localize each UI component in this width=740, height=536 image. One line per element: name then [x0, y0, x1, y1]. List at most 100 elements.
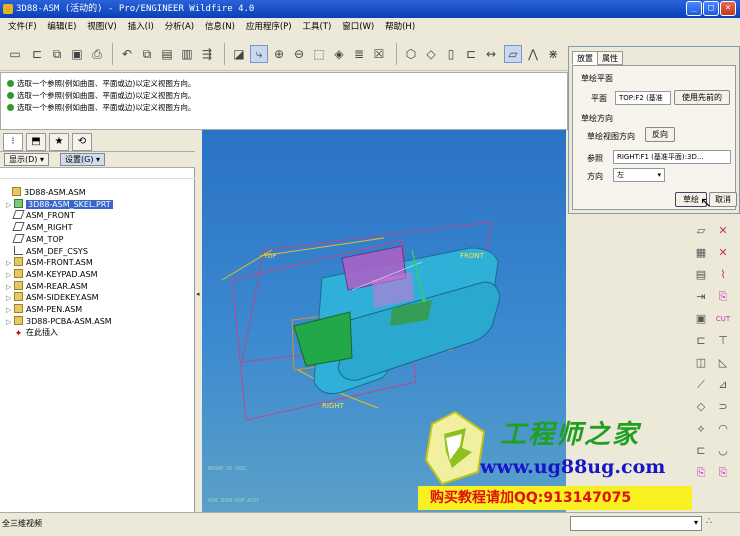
datum-planes-icon[interactable]: ▱ [504, 45, 522, 63]
menu-file[interactable]: 文件(F) [4, 18, 41, 36]
sketch-tool-icon[interactable]: ▦ [692, 244, 710, 262]
shell-tool-icon[interactable]: ⊤ [714, 332, 732, 350]
tree-item[interactable]: ▷ 3D88-PCBA-ASM.ASM [6, 315, 112, 328]
message-line: 选取一个参照(例如曲面、平面或边)以定义视图方向。 [7, 90, 195, 101]
history-tab-icon[interactable]: ⟲ [72, 133, 92, 151]
datum-plane-tool-icon[interactable]: ▱ [692, 222, 710, 240]
filter-select[interactable]: ▾ [570, 516, 702, 531]
shading-icon[interactable]: ▯ [442, 45, 460, 63]
label-front: FRONT [460, 252, 485, 260]
hidden-line-icon[interactable]: ◇ [422, 45, 440, 63]
refit-icon[interactable]: ⬚ [310, 45, 328, 63]
menu-edit[interactable]: 编辑(E) [43, 18, 80, 36]
insert-tool-icon[interactable]: ⎘ [714, 288, 732, 306]
expand-arrow-icon[interactable]: ▷ [6, 304, 14, 316]
collapse-arrow-icon[interactable]: ◂ [196, 290, 201, 302]
paste-icon[interactable]: ▤ [158, 45, 176, 63]
menu-tools[interactable]: 工具(T) [298, 18, 335, 36]
minimize-button[interactable]: _ [686, 1, 702, 16]
direction-select[interactable]: 左 ▾ [613, 168, 665, 182]
model-tree-tab-icon[interactable]: ⁝ [3, 133, 23, 151]
round-tool-icon[interactable]: ⟋ [692, 376, 710, 394]
datum-points-icon[interactable]: ↔ [482, 45, 500, 63]
expand-arrow-icon[interactable]: ▷ [6, 257, 14, 269]
menu-view[interactable]: 视图(V) [83, 18, 120, 36]
menu-applications[interactable]: 应用程序(P) [242, 18, 296, 36]
repaint-icon[interactable]: ◪ [230, 45, 248, 63]
extrude-tool-icon[interactable]: ⇥ [692, 288, 710, 306]
datum-point-tool-icon[interactable]: ✕ [714, 244, 732, 262]
menu-help[interactable]: 帮助(H) [381, 18, 419, 36]
menu-window[interactable]: 窗口(W) [338, 18, 378, 36]
hole-tool-icon[interactable]: ⊏ [692, 332, 710, 350]
draft-tool-icon[interactable]: ◺ [714, 354, 732, 372]
status-bar: 全三维视频 ▾ ∴ [0, 512, 740, 536]
zoom-out-icon[interactable]: ⊖ [290, 45, 308, 63]
maximize-button[interactable]: □ [703, 1, 719, 16]
spin-center-icon[interactable]: ⤷ [250, 45, 268, 63]
tree-item[interactable]: ASM_RIGHT [6, 222, 72, 234]
new-file-icon[interactable]: ▭ [6, 45, 24, 63]
settings-menu-button[interactable]: 设置(G) ▾ [60, 153, 105, 166]
chevron-down-icon: ▾ [657, 171, 661, 179]
tree-item-label: 3D88-ASM.ASM [24, 188, 86, 197]
tree-item[interactable]: ASM_FRONT [6, 210, 75, 222]
curve-tool-icon[interactable]: ⌇ [714, 266, 732, 284]
plane-field[interactable]: TOP:F2 (基准 [615, 91, 671, 105]
print-icon[interactable]: ⎙ [88, 45, 106, 63]
tree-item[interactable]: ▷ ASM-PEN.ASM [6, 304, 82, 316]
tab-placement[interactable]: 放置 [572, 51, 598, 65]
reference-field[interactable]: RIGHT:F1 (基准平面):3D... [613, 150, 731, 164]
saved-views-icon[interactable]: ≣ [350, 45, 368, 63]
tree-item[interactable]: ▷ ASM-SIDEKEY.ASM [6, 292, 99, 304]
expand-arrow-icon[interactable]: ▷ [6, 199, 14, 211]
tree-item[interactable]: ▷ ASM-REAR.ASM [6, 280, 88, 293]
menu-info[interactable]: 信息(N) [201, 18, 239, 36]
datum-axis-tool-icon[interactable]: ✕ [714, 222, 732, 240]
tree-item[interactable]: ▷ 3D88-ASM_SKEL.PRT [6, 198, 113, 211]
rib-tool-icon[interactable]: ◫ [692, 354, 710, 372]
tree-item[interactable]: ▷ ASM-KEYPAD.ASM [6, 268, 97, 281]
layers-icon[interactable]: ☒ [370, 45, 388, 63]
reorient-icon[interactable]: ◈ [330, 45, 348, 63]
regenerate-icon[interactable]: ⇶ [198, 45, 216, 63]
zoom-in-icon[interactable]: ⊕ [270, 45, 288, 63]
folder-browser-tab-icon[interactable]: ⬒ [26, 133, 46, 151]
paste-special-icon[interactable]: ▥ [178, 45, 196, 63]
use-previous-button[interactable]: 使用先前的 [674, 90, 730, 105]
tab-properties[interactable]: 属性 [597, 51, 623, 65]
csys-tool-icon[interactable]: ▤ [692, 266, 710, 284]
expand-arrow-icon[interactable]: ▷ [6, 316, 14, 328]
tree-item[interactable]: ASM_TOP [6, 233, 63, 246]
tree-item[interactable]: ASM_DEF_CSYS [6, 245, 88, 258]
revolve-tool-icon[interactable]: ▣ [692, 310, 710, 328]
datum-axes-icon[interactable]: ⊏ [462, 45, 480, 63]
open-objects-icon[interactable]: ⧉ [48, 45, 66, 63]
expand-arrow-icon[interactable]: ▷ [6, 269, 14, 281]
tree-item[interactable]: ▷ ASM-FRONT.ASM [6, 257, 93, 269]
menu-insert[interactable]: 插入(I) [124, 18, 158, 36]
cancel-button[interactable]: 取消 [709, 192, 737, 207]
expand-arrow-icon[interactable]: ▷ [6, 292, 14, 304]
copy-icon[interactable]: ⧉ [138, 45, 156, 63]
undo-icon[interactable]: ↶ [118, 45, 136, 63]
wireframe-icon[interactable]: ⬡ [402, 45, 420, 63]
open-folder-icon[interactable]: ⊏ [28, 45, 46, 63]
tree-item-label: 在此插入 [26, 328, 58, 338]
flip-button[interactable]: 反向 [645, 127, 675, 142]
show-menu-button[interactable]: 显示(D) ▾ [4, 153, 49, 166]
annotation-icon[interactable]: ⋇ [544, 45, 562, 63]
tree-item[interactable]: ✦ 在此插入 [6, 327, 58, 339]
save-icon[interactable]: ▣ [68, 45, 86, 63]
favorites-tab-icon[interactable]: ★ [49, 133, 69, 151]
chamfer-tool-icon[interactable]: ⊿ [714, 376, 732, 394]
close-button[interactable]: × [720, 1, 736, 16]
tree-item[interactable]: 3D88-ASM.ASM [4, 187, 86, 199]
menu-analysis[interactable]: 分析(A) [161, 18, 198, 36]
csys-icon[interactable]: ⋀ [524, 45, 542, 63]
label-right: RIGHT [322, 402, 345, 410]
panel-splitter[interactable]: ◂ [195, 130, 202, 512]
window-title: 3D88-ASM (活动的) - Pro/ENGINEER Wildfire 4… [16, 4, 255, 14]
cut-tool-icon[interactable]: CUT [714, 310, 732, 328]
expand-arrow-icon[interactable]: ▷ [6, 281, 14, 293]
